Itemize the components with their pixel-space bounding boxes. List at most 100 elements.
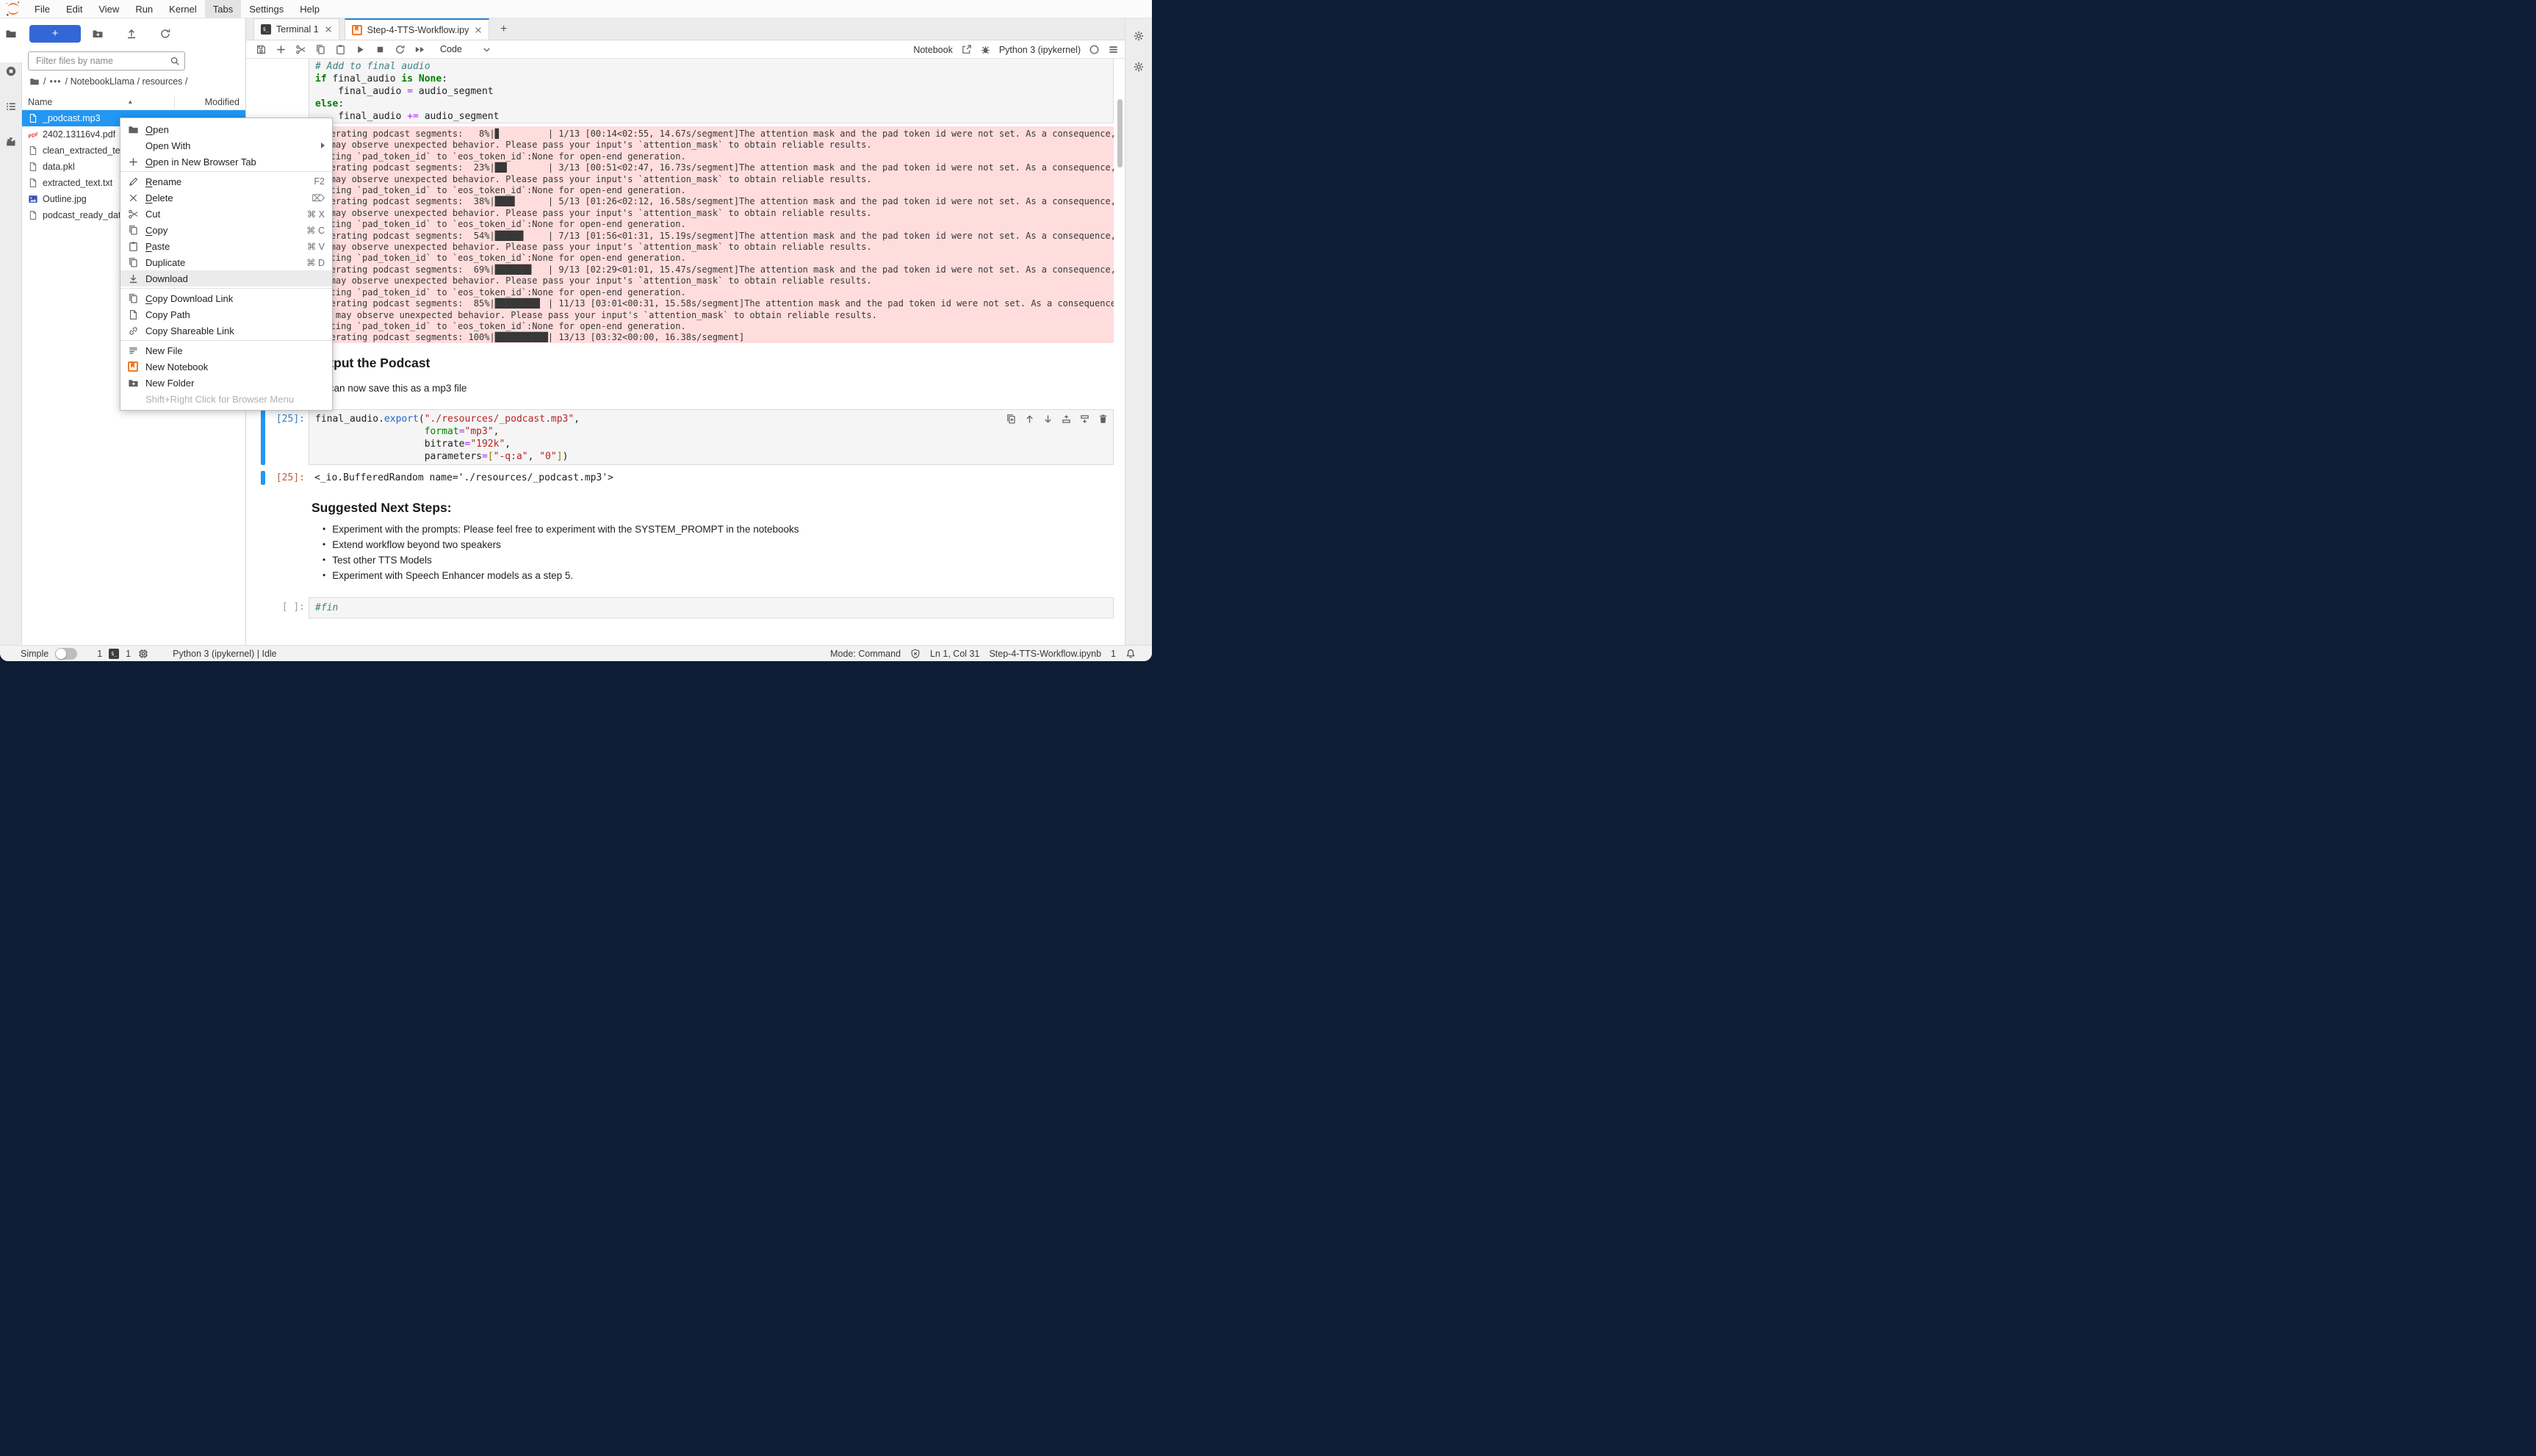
- restart-kernel-button[interactable]: [395, 44, 406, 55]
- running-sessions-icon[interactable]: [5, 65, 17, 77]
- column-name[interactable]: Name ▲: [22, 97, 174, 107]
- context-menu-item-copy[interactable]: Copy⌘ C: [120, 222, 332, 238]
- new-tab-button[interactable]: +: [494, 20, 514, 39]
- context-menu-item-delete[interactable]: Delete⌦: [120, 190, 332, 206]
- context-menu-item-paste[interactable]: Paste⌘ V: [120, 238, 332, 254]
- kernel-status-icon[interactable]: [1089, 44, 1100, 55]
- copy-cell-button[interactable]: [315, 44, 326, 55]
- download-icon: [126, 273, 140, 284]
- menu-item-shortcut: ⌘ D: [306, 257, 325, 268]
- folder-icon: [126, 124, 140, 135]
- refresh-button[interactable]: [148, 28, 182, 40]
- tab-step-4-tts-workflow-ipynl[interactable]: Step-4-TTS-Workflow.ipynl: [345, 18, 489, 40]
- extensions-icon[interactable]: [5, 136, 17, 148]
- move-cell-up-button[interactable]: [1024, 414, 1035, 425]
- save-button[interactable]: [256, 44, 267, 55]
- menu-file[interactable]: File: [26, 0, 58, 18]
- kernel-status-text[interactable]: Python 3 (ipykernel) | Idle: [173, 649, 277, 659]
- context-menu-item-copy-path[interactable]: Copy Path: [120, 306, 332, 322]
- command-mode-indicator[interactable]: Mode: Command: [830, 649, 901, 659]
- stderr-line: Setting `pad_token_id` to `eos_token_id`…: [314, 253, 1108, 264]
- code-cell-input-export[interactable]: final_audio.export("./resources/_podcast…: [309, 409, 1114, 465]
- cell-collapser[interactable]: [261, 409, 265, 465]
- context-menu-item-copy-shareable-link[interactable]: Copy Shareable Link: [120, 322, 332, 339]
- context-menu-item-new-file[interactable]: New File: [120, 342, 332, 358]
- menu-item-label: New Notebook: [145, 361, 325, 372]
- context-menu-item-cut[interactable]: Cut⌘ X: [120, 206, 332, 222]
- close-tab-icon[interactable]: [474, 26, 483, 35]
- context-menu-item-copy-download-link[interactable]: Copy Download Link: [120, 290, 332, 306]
- context-menu-item-download[interactable]: Download: [120, 270, 332, 286]
- menu-item-label: Rename: [145, 176, 300, 187]
- breadcrumb-ellipsis[interactable]: •••: [49, 76, 61, 87]
- context-menu-item-rename[interactable]: RenameF2: [120, 173, 332, 190]
- kernel-count[interactable]: 1: [126, 649, 131, 659]
- menu-help[interactable]: Help: [292, 0, 328, 18]
- status-file-name[interactable]: Step-4-TTS-Workflow.ipynb: [989, 649, 1101, 659]
- context-menu-item-open[interactable]: Open: [120, 121, 332, 137]
- kernel-name[interactable]: Python 3 (ipykernel): [999, 45, 1081, 55]
- trust-shield-icon[interactable]: [910, 649, 921, 659]
- insert-cell-above-button[interactable]: [1061, 414, 1072, 425]
- cursor-position[interactable]: Ln 1, Col 31: [930, 649, 979, 659]
- run-button[interactable]: [355, 44, 366, 55]
- open-in-new-icon[interactable]: [961, 44, 972, 55]
- settings-gear-icon[interactable]: [1133, 61, 1145, 73]
- property-inspector-gear-icon[interactable]: [1133, 30, 1145, 42]
- insert-cell-below-button[interactable]: [1079, 414, 1090, 425]
- context-menu-item-open-with[interactable]: Open With: [120, 137, 332, 154]
- move-cell-down-button[interactable]: [1042, 414, 1053, 425]
- cut-cell-button[interactable]: [295, 44, 306, 55]
- terminal-count[interactable]: 1: [97, 649, 102, 659]
- notebook-scrollbar[interactable]: [1117, 99, 1123, 167]
- scissors-icon: [126, 209, 140, 220]
- menu-run[interactable]: Run: [127, 0, 161, 18]
- code-line: if final_audio is None:: [315, 73, 1107, 85]
- menu-view[interactable]: View: [90, 0, 127, 18]
- bullet-dot: •: [323, 525, 325, 535]
- interrupt-kernel-button[interactable]: [375, 44, 386, 55]
- close-tab-icon[interactable]: [324, 25, 333, 34]
- context-menu-item-new-notebook[interactable]: New Notebook: [120, 358, 332, 375]
- upload-button[interactable]: [115, 28, 148, 40]
- notification-count[interactable]: 1: [1111, 649, 1116, 659]
- close-icon: [126, 192, 140, 203]
- breadcrumb-root[interactable]: /: [43, 76, 46, 87]
- bell-icon[interactable]: [1125, 649, 1136, 659]
- context-menu-item-open-in-new-browser-tab[interactable]: Open in New Browser Tab: [120, 154, 332, 170]
- stderr-line: you may observe unexpected behavior. Ple…: [314, 310, 1108, 321]
- code-line: final_audio = audio_segment: [315, 85, 1107, 98]
- cell-type-dropdown[interactable]: Code: [440, 44, 492, 55]
- table-of-contents-icon[interactable]: [5, 101, 17, 112]
- delete-cell-button[interactable]: [1098, 414, 1109, 425]
- file-browser-icon[interactable]: [5, 28, 17, 40]
- breadcrumb-path[interactable]: / NotebookLlama / resources /: [65, 76, 188, 87]
- context-menu-item-duplicate[interactable]: Duplicate⌘ D: [120, 254, 332, 270]
- stderr-output[interactable]: Generating podcast segments: 8%|▊ | 1/13…: [309, 126, 1114, 343]
- restart-run-all-button[interactable]: [414, 44, 425, 55]
- paste-cell-button[interactable]: [335, 44, 346, 55]
- code-cell-input-empty[interactable]: #fin: [309, 597, 1114, 619]
- context-menu-item-new-folder[interactable]: New Folder: [120, 375, 332, 391]
- simple-mode-toggle[interactable]: [55, 648, 77, 660]
- bullet-text: Extend workflow beyond two speakers: [332, 540, 501, 550]
- new-launcher-button[interactable]: +: [29, 25, 81, 43]
- home-folder-icon[interactable]: [29, 76, 40, 87]
- code-cell-input-top[interactable]: # Add to final audioif final_audio is No…: [309, 59, 1114, 123]
- filter-files-box[interactable]: [28, 51, 185, 71]
- duplicate-cell-button[interactable]: [1006, 414, 1017, 425]
- insert-cell-button[interactable]: [275, 44, 287, 55]
- menu-edit[interactable]: Edit: [58, 0, 90, 18]
- column-modified[interactable]: Modified: [175, 97, 245, 107]
- new-folder-button[interactable]: [81, 28, 115, 40]
- menu-settings[interactable]: Settings: [241, 0, 292, 18]
- output-collapser[interactable]: [261, 471, 265, 485]
- toolbar-menu-icon[interactable]: [1108, 44, 1119, 55]
- tab-terminal-1[interactable]: $_Terminal 1: [253, 18, 339, 40]
- menu-tabs[interactable]: Tabs: [205, 0, 241, 18]
- filter-files-input[interactable]: [35, 55, 170, 67]
- notebook-icon: [352, 25, 362, 35]
- debugger-bug-icon[interactable]: [980, 44, 991, 55]
- breadcrumb[interactable]: / ••• / NotebookLlama / resources /: [29, 76, 187, 87]
- menu-kernel[interactable]: Kernel: [161, 0, 205, 18]
